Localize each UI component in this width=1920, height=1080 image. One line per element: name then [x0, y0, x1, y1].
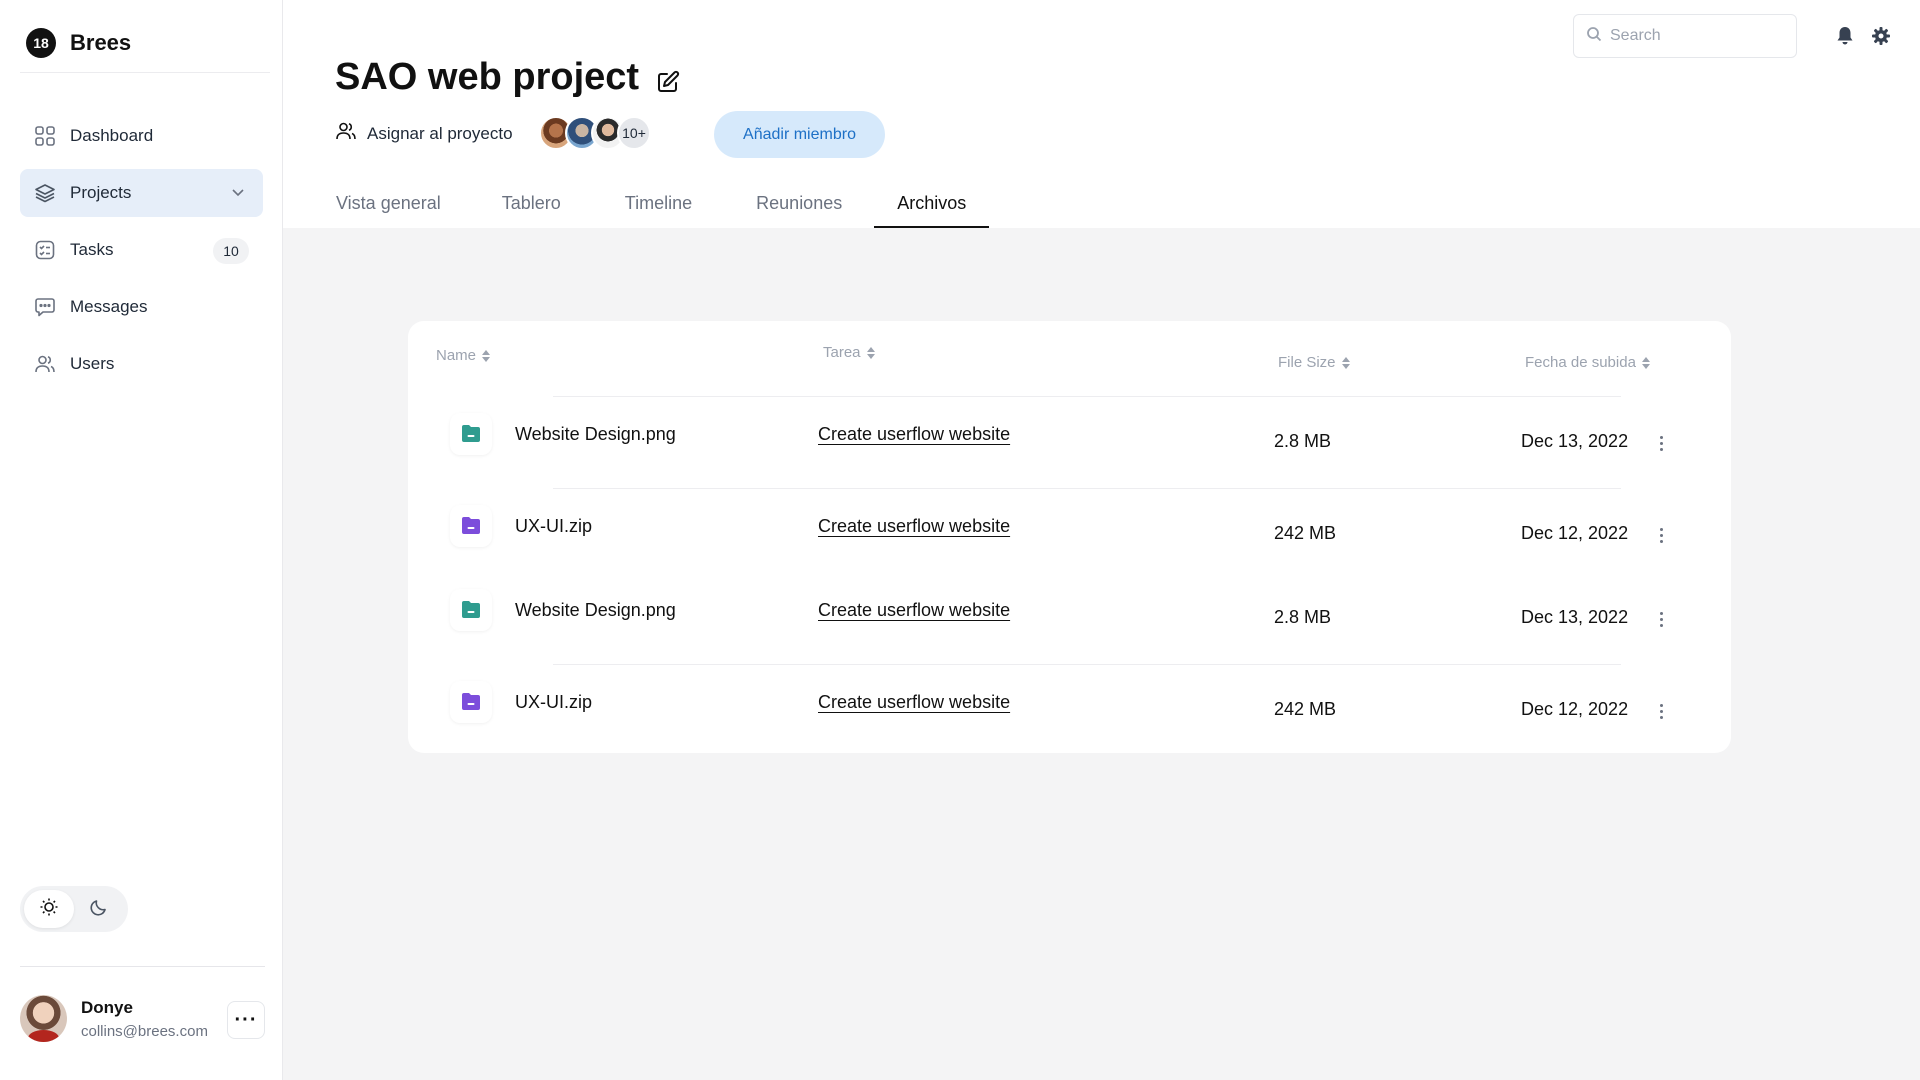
folder-icon — [450, 505, 492, 547]
user-name: Donye — [81, 998, 133, 1017]
file-size: 242 MB — [1274, 699, 1337, 719]
search-icon — [1586, 26, 1602, 47]
theme-toggle — [20, 886, 128, 932]
tab-vista-general[interactable]: Vista general — [313, 180, 464, 228]
files-section: Name Tarea File Size Fecha de subida Web… — [283, 228, 1920, 1080]
member-avatars[interactable]: 10+ — [539, 116, 651, 150]
task-link[interactable]: Create userflow website — [818, 516, 1010, 537]
column-header-name[interactable]: Name — [436, 347, 491, 364]
avatar[interactable] — [20, 995, 67, 1042]
sidebar-item-label: Users — [70, 354, 115, 373]
sort-icon — [1641, 356, 1650, 369]
column-label: File Size — [1278, 354, 1336, 371]
sun-icon — [39, 897, 59, 922]
user-card: Donye collins@brees.com ··· — [20, 995, 265, 1045]
checklist-icon — [34, 239, 56, 261]
moon-icon — [89, 897, 109, 922]
grid-icon — [34, 125, 56, 147]
users-icon — [34, 353, 56, 375]
brand-name: Brees — [70, 30, 132, 55]
sidebar: 18 Brees Dashboard Projects Tasks 10 Mes… — [0, 0, 283, 1080]
add-member-button[interactable]: Añadir miembro — [714, 111, 885, 158]
chat-icon — [34, 296, 56, 318]
tab-tablero[interactable]: Tablero — [464, 180, 589, 228]
sidebar-item-projects[interactable]: Projects — [20, 169, 263, 217]
row-menu-button[interactable] — [1649, 607, 1673, 631]
main: SAO web project Asignar al proyecto 10+ … — [283, 0, 1920, 1080]
members-more-badge[interactable]: 10+ — [617, 116, 651, 150]
task-link[interactable]: Create userflow website — [818, 600, 1010, 621]
edit-icon — [656, 70, 680, 99]
sort-icon — [1341, 356, 1350, 369]
folder-icon — [450, 681, 492, 723]
header: SAO web project Asignar al proyecto 10+ … — [283, 0, 1920, 228]
row-menu-button[interactable] — [1649, 699, 1673, 723]
sidebar-nav: Dashboard Projects Tasks 10 Messages Use… — [20, 112, 263, 397]
divider — [20, 72, 270, 73]
page-title: SAO web project — [335, 56, 640, 98]
divider — [553, 396, 1621, 397]
sort-icon — [866, 346, 875, 359]
assign-label: Asignar al proyecto — [367, 123, 513, 143]
search-input[interactable] — [1610, 27, 1780, 45]
upload-date: Dec 12, 2022 — [1521, 523, 1629, 543]
task-link[interactable]: Create userflow website — [818, 692, 1010, 713]
divider — [553, 664, 1621, 665]
divider — [553, 488, 1621, 489]
project-tabs: Vista general Tablero Timeline Reuniones… — [313, 180, 990, 228]
edit-title-button[interactable] — [654, 70, 682, 98]
sidebar-item-label: Tasks — [70, 240, 114, 259]
gear-icon[interactable] — [1869, 24, 1893, 48]
column-header-tarea[interactable]: Tarea — [823, 344, 875, 361]
sort-icon — [482, 349, 491, 362]
bell-icon[interactable] — [1833, 24, 1857, 48]
brand-logo: 18 — [26, 28, 56, 58]
task-link[interactable]: Create userflow website — [818, 424, 1010, 445]
file-name: Website Design.png — [515, 600, 676, 620]
upload-date: Dec 12, 2022 — [1521, 699, 1629, 719]
assign-to-project[interactable]: Asignar al proyecto — [335, 120, 513, 147]
search-box — [1573, 14, 1797, 58]
sidebar-item-users[interactable]: Users — [20, 340, 263, 388]
upload-date: Dec 13, 2022 — [1521, 431, 1629, 451]
sidebar-item-label: Dashboard — [70, 126, 154, 145]
folder-icon — [450, 589, 492, 631]
tab-timeline[interactable]: Timeline — [589, 180, 728, 228]
sidebar-item-dashboard[interactable]: Dashboard — [20, 112, 263, 160]
user-menu-button[interactable]: ··· — [227, 1001, 265, 1039]
folder-icon — [450, 413, 492, 455]
row-menu-button[interactable] — [1649, 523, 1673, 547]
sidebar-item-messages[interactable]: Messages — [20, 283, 263, 331]
column-header-file-size[interactable]: File Size — [1278, 354, 1350, 371]
file-size: 2.8 MB — [1274, 607, 1332, 627]
user-email: collins@brees.com — [81, 1023, 208, 1040]
file-name: UX-UI.zip — [515, 692, 593, 712]
sidebar-item-tasks[interactable]: Tasks 10 — [20, 226, 263, 274]
sidebar-item-label: Projects — [70, 183, 132, 202]
upload-date: Dec 13, 2022 — [1521, 607, 1629, 627]
file-name: UX-UI.zip — [515, 516, 593, 536]
column-label: Tarea — [823, 344, 861, 361]
dark-mode-button[interactable] — [74, 890, 124, 928]
layers-icon — [34, 182, 56, 204]
column-header-fecha-de-subida[interactable]: Fecha de subida — [1525, 354, 1650, 371]
file-size: 2.8 MB — [1274, 431, 1332, 451]
users-icon — [335, 120, 357, 147]
row-menu-button[interactable] — [1649, 431, 1673, 455]
chevron-down-icon[interactable] — [229, 183, 247, 206]
files-table: Name Tarea File Size Fecha de subida Web… — [408, 321, 1731, 753]
divider — [20, 966, 265, 967]
file-size: 242 MB — [1274, 523, 1337, 543]
file-name: Website Design.png — [515, 424, 676, 444]
tasks-count-badge: 10 — [213, 238, 249, 264]
tab-reuniones[interactable]: Reuniones — [728, 180, 874, 228]
tab-archivos[interactable]: Archivos — [874, 180, 990, 228]
sidebar-item-label: Messages — [70, 297, 148, 316]
column-label: Name — [436, 347, 477, 364]
light-mode-button[interactable] — [24, 890, 74, 928]
column-label: Fecha de subida — [1525, 354, 1636, 371]
brand[interactable]: 18 Brees — [26, 28, 131, 58]
